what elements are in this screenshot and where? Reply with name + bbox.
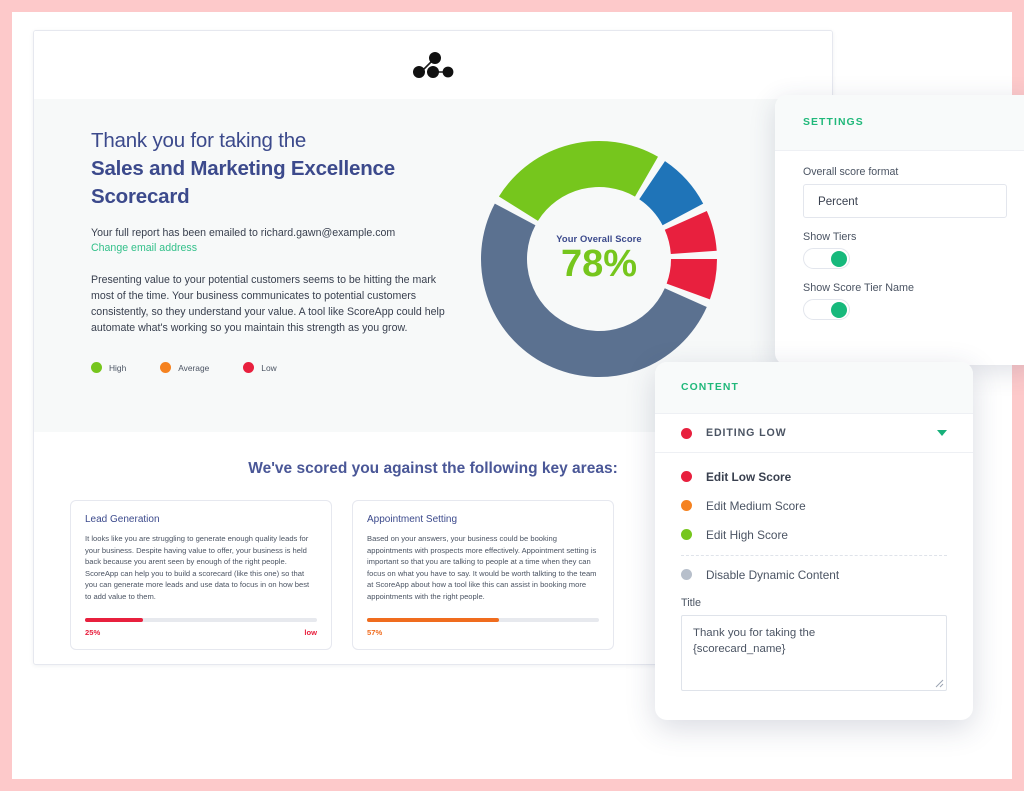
title-line-2: Sales and Marketing Excellence: [91, 157, 395, 180]
legend-label-low: Low: [261, 362, 277, 373]
disabled-dot-icon: [681, 569, 692, 580]
logo-bar: [34, 31, 832, 99]
legend-item-high: High: [91, 362, 126, 373]
resize-grip-icon[interactable]: [935, 679, 944, 688]
chevron-down-icon: [937, 430, 947, 436]
area-title: Appointment Setting: [367, 514, 458, 525]
legend-label-high: High: [109, 362, 127, 373]
option-edit-low-score[interactable]: Edit Low Score: [681, 462, 947, 491]
content-panel-title: CONTENT: [681, 382, 739, 393]
area-card-lead-generation: Lead Generation It looks like you are st…: [70, 500, 332, 650]
title-line-3: Scorecard: [91, 185, 190, 208]
show-tiers-label: Show Tiers: [803, 231, 857, 243]
option-edit-medium-score[interactable]: Edit Medium Score: [681, 491, 947, 520]
option-label: Edit High Score: [706, 527, 788, 542]
content-panel-header: CONTENT: [655, 362, 973, 414]
show-score-tier-name-label: Show Score Tier Name: [803, 282, 915, 294]
summary-copy: Presenting value to your potential custo…: [91, 274, 445, 334]
area-text: Based on your answers, your business cou…: [367, 534, 597, 601]
content-options-list: Edit Low Score Edit Medium Score Edit Hi…: [655, 453, 973, 589]
area-text: It looks like you are struggling to gene…: [85, 534, 310, 601]
toggle-knob: [831, 250, 847, 267]
option-label: Disable Dynamic Content: [706, 567, 840, 582]
title-textarea[interactable]: Thank you for taking the {scorecard_name…: [681, 615, 947, 691]
title-line-1: Thank you for taking the: [91, 129, 307, 152]
overall-score-format-label: Overall score format: [803, 166, 899, 178]
editing-tier-dropdown[interactable]: EDITING LOW: [655, 414, 973, 453]
option-disable-dynamic-content[interactable]: Disable Dynamic Content: [681, 560, 947, 589]
legend-dot-low: [243, 362, 255, 373]
segment-green-high: [498, 141, 658, 221]
title-field-group: Title Thank you for taking the {scorecar…: [655, 589, 973, 691]
show-tiers-toggle[interactable]: [803, 248, 850, 269]
content-panel: CONTENT EDITING LOW Edit Low Score Edit …: [655, 362, 973, 720]
show-score-tier-name-toggle[interactable]: [803, 299, 850, 320]
settings-panel-header: SETTINGS: [775, 95, 1024, 151]
legend-item-low: Low: [243, 362, 277, 373]
change-email-link[interactable]: Change email address: [91, 242, 197, 254]
page-title: Thank you for taking the Sales and Marke…: [91, 127, 454, 211]
overall-score-format-select[interactable]: Percent: [803, 184, 1007, 218]
area-progress-track: [367, 617, 599, 622]
option-edit-high-score[interactable]: Edit High Score: [681, 520, 947, 549]
option-label: Edit Medium Score: [706, 498, 806, 513]
area-percent: 25%: [85, 627, 101, 637]
overall-score-format-value: Percent: [818, 194, 858, 208]
legend-dot-high: [91, 362, 102, 373]
legend-dot-average: [160, 362, 172, 373]
low-score-dot-icon: [681, 471, 692, 482]
chart-legend: High Average Low: [91, 362, 454, 373]
email-notice: Your full report has been emailed to ric…: [91, 226, 431, 256]
title-field-label: Title: [681, 597, 701, 609]
area-percent: 57%: [367, 627, 383, 637]
high-score-dot-icon: [681, 529, 692, 540]
medium-score-dot-icon: [681, 500, 692, 511]
option-label: Edit Low Score: [706, 469, 792, 484]
area-progress-meta: 25% low: [85, 628, 317, 637]
settings-panel-body: Overall score format Percent Show Tiers …: [775, 151, 1024, 320]
area-title: Lead Generation: [85, 514, 160, 525]
settings-panel-title: SETTINGS: [803, 117, 864, 128]
settings-panel: SETTINGS Overall score format Percent Sh…: [775, 95, 1024, 365]
legend-label-average: Average: [178, 362, 210, 373]
area-progress-track: [85, 617, 317, 622]
email-notice-text: Your full report has been emailed to ric…: [91, 227, 396, 239]
editing-tier-dot-icon: [681, 427, 692, 439]
area-card-appointment-setting: Appointment Setting Based on your answer…: [352, 500, 614, 650]
area-progress-fill: [367, 617, 500, 622]
area-progress-fill: [85, 617, 143, 622]
toggle-knob: [831, 301, 847, 318]
editing-tier-label: EDITING LOW: [706, 427, 787, 439]
legend-item-average: Average: [160, 362, 209, 373]
area-tier-label: low: [304, 627, 317, 637]
area-progress-meta: 57%: [367, 628, 599, 637]
options-divider: [681, 555, 947, 556]
scoreapp-node-logo: [410, 49, 456, 81]
